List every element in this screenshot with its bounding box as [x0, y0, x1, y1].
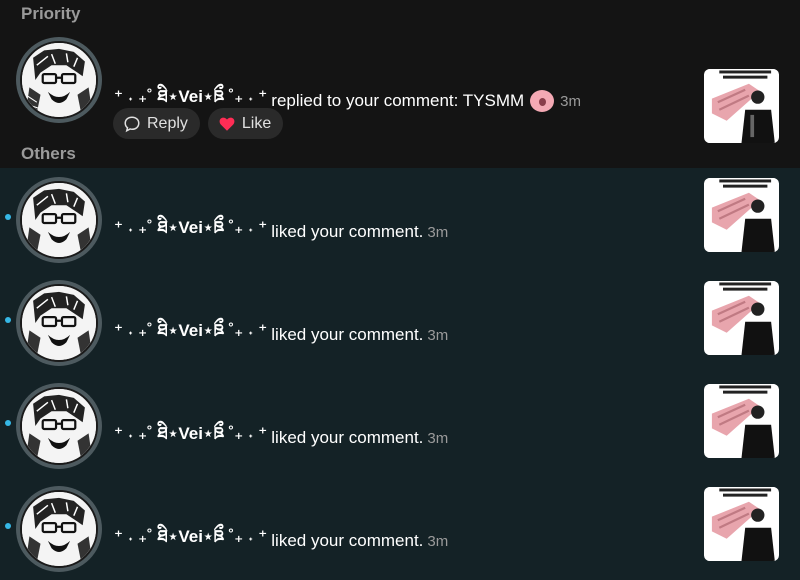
thumbnail-image: [704, 281, 779, 355]
notification-text: ⁺ ˖ ₊˚ ཐི⋆Vei⋆ཋྀ ˚₊ ˖ ⁺ liked your comme…: [114, 517, 448, 565]
thumbnail-image: [704, 487, 779, 561]
priority-header: Priority: [21, 4, 81, 23]
thumbnail-image: [704, 69, 779, 143]
avatar-image: [22, 389, 96, 463]
unread-dot-icon: [5, 523, 11, 529]
heart-icon: [219, 117, 235, 131]
post-thumbnail[interactable]: [704, 281, 779, 355]
notification-item[interactable]: ⁺ ˖ ₊˚ ཐི⋆Vei⋆ཋྀ ˚₊ ˖ ⁺ liked your comme…: [0, 477, 800, 580]
timestamp: 3m: [427, 532, 449, 550]
username[interactable]: ⁺ ˖ ₊˚ ཐི⋆Vei⋆ཋྀ ˚₊ ˖ ⁺: [114, 414, 267, 462]
unread-dot-icon: [5, 214, 11, 220]
reply-button[interactable]: Reply: [113, 108, 200, 139]
avatar[interactable]: [16, 37, 102, 123]
avatar-image: [22, 492, 96, 566]
unread-dot-icon: [5, 317, 11, 323]
notification-action: liked your comment.: [271, 531, 424, 550]
others-section: Others ⁺ ˖ ₊˚ ཐི⋆Vei⋆ཋྀ ˚₊ ˖ ⁺ liked you…: [0, 140, 800, 580]
username[interactable]: ⁺ ˖ ₊˚ ཐི⋆Vei⋆ཋྀ ˚₊ ˖ ⁺: [114, 311, 267, 359]
timestamp: 3m: [427, 223, 449, 241]
notification-action: liked your comment.: [271, 428, 424, 447]
notification-item[interactable]: ⁺ ˖ ₊˚ ཐི⋆Vei⋆ཋྀ ˚₊ ˖ ⁺ liked your comme…: [0, 271, 800, 374]
avatar[interactable]: [16, 280, 102, 366]
notification-item[interactable]: ⁺ ˖ ₊˚ ཐི⋆Vei⋆ཋྀ ˚₊ ˖ ⁺ replied to your …: [0, 28, 800, 143]
post-thumbnail[interactable]: [704, 384, 779, 458]
avatar[interactable]: [16, 486, 102, 572]
timestamp: 3m: [560, 92, 582, 110]
like-button[interactable]: Like: [207, 108, 284, 139]
notification-action: liked your comment.: [271, 325, 424, 344]
like-label: Like: [241, 114, 272, 132]
post-thumbnail[interactable]: [704, 69, 779, 143]
avatar-image: [22, 183, 96, 257]
avatar-image: [22, 43, 96, 117]
post-thumbnail[interactable]: [704, 178, 779, 252]
avatar-image: [22, 286, 96, 360]
notification-text: ⁺ ˖ ₊˚ ཐི⋆Vei⋆ཋྀ ˚₊ ˖ ⁺ liked your comme…: [114, 208, 448, 256]
others-header: Others: [0, 140, 800, 168]
notification-item[interactable]: ⁺ ˖ ₊˚ ཐི⋆Vei⋆ཋྀ ˚₊ ˖ ⁺ liked your comme…: [0, 168, 800, 271]
username[interactable]: ⁺ ˖ ₊˚ ཐི⋆Vei⋆ཋྀ ˚₊ ˖ ⁺: [114, 517, 267, 565]
notification-item[interactable]: ⁺ ˖ ₊˚ ཐི⋆Vei⋆ཋྀ ˚₊ ˖ ⁺ liked your comme…: [0, 374, 800, 477]
notification-text: ⁺ ˖ ₊˚ ཐི⋆Vei⋆ཋྀ ˚₊ ˖ ⁺ liked your comme…: [114, 414, 448, 462]
thumbnail-image: [704, 178, 779, 252]
post-thumbnail[interactable]: [704, 487, 779, 561]
reply-label: Reply: [147, 114, 188, 132]
timestamp: 3m: [427, 429, 449, 447]
avatar[interactable]: [16, 177, 102, 263]
pig-face-emoji-icon: [530, 90, 555, 112]
timestamp: 3m: [427, 326, 449, 344]
notification-action: liked your comment.: [271, 222, 424, 241]
notification-action: replied to your comment: TYSMM: [271, 91, 525, 110]
action-buttons: Reply Like: [113, 108, 284, 139]
priority-section: Priority ⁺ ˖ ₊˚ ཐི⋆Vei⋆ཋྀ ˚₊ ˖ ⁺ replied…: [0, 0, 800, 143]
unread-dot-icon: [5, 420, 11, 426]
avatar[interactable]: [16, 383, 102, 469]
thumbnail-image: [704, 384, 779, 458]
notification-text: ⁺ ˖ ₊˚ ཐི⋆Vei⋆ཋྀ ˚₊ ˖ ⁺ liked your comme…: [114, 311, 448, 359]
comment-bubble-icon: [124, 115, 140, 132]
username[interactable]: ⁺ ˖ ₊˚ ཐི⋆Vei⋆ཋྀ ˚₊ ˖ ⁺: [114, 208, 267, 256]
